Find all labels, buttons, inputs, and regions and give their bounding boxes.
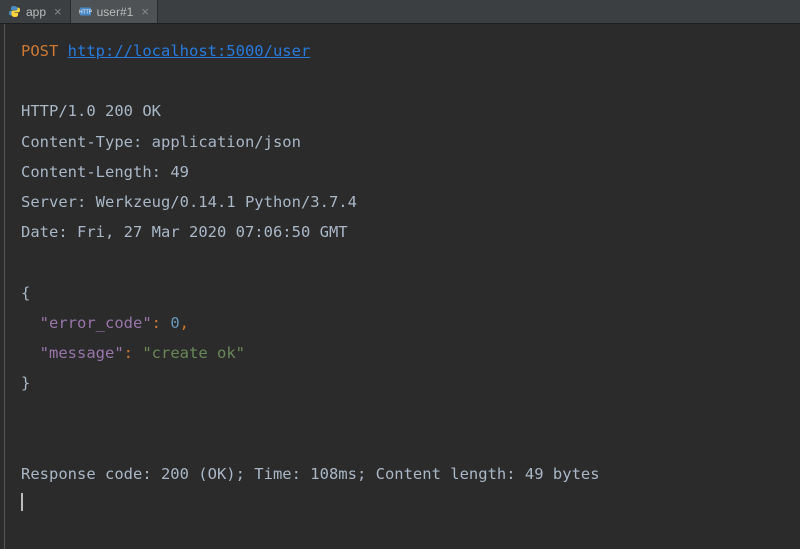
tab-user[interactable]: HTTP user#1 ×: [71, 0, 158, 23]
json-colon: :: [124, 344, 143, 362]
svg-text:HTTP: HTTP: [79, 10, 92, 16]
json-value: "create ok": [142, 344, 245, 362]
python-icon: [8, 5, 21, 18]
tab-label: app: [26, 5, 46, 19]
json-open-brace: {: [21, 284, 30, 302]
text-cursor: [21, 493, 23, 511]
json-key: "error_code": [40, 314, 152, 332]
close-icon[interactable]: ×: [141, 4, 149, 19]
header-server: Server: Werkzeug/0.14.1 Python/3.7.4: [21, 193, 357, 211]
tab-app[interactable]: app ×: [0, 0, 71, 23]
response-summary: Response code: 200 (OK); Time: 108ms; Co…: [21, 465, 600, 483]
request-url[interactable]: http://localhost:5000/user: [68, 42, 311, 60]
http-icon: HTTP: [79, 5, 92, 18]
http-method: POST: [21, 42, 58, 60]
tab-label: user#1: [97, 5, 134, 19]
header-content-type: Content-Type: application/json: [21, 133, 301, 151]
close-icon[interactable]: ×: [54, 4, 62, 19]
header-content-length: Content-Length: 49: [21, 163, 189, 181]
json-comma: ,: [180, 314, 189, 332]
editor-content[interactable]: POST http://localhost:5000/user HTTP/1.0…: [4, 24, 800, 549]
tab-bar: app × HTTP user#1 ×: [0, 0, 800, 24]
json-key: "message": [40, 344, 124, 362]
json-value: 0: [170, 314, 179, 332]
json-colon: :: [152, 314, 171, 332]
header-date: Date: Fri, 27 Mar 2020 07:06:50 GMT: [21, 223, 348, 241]
json-close-brace: }: [21, 374, 30, 392]
status-line: HTTP/1.0 200 OK: [21, 102, 161, 120]
